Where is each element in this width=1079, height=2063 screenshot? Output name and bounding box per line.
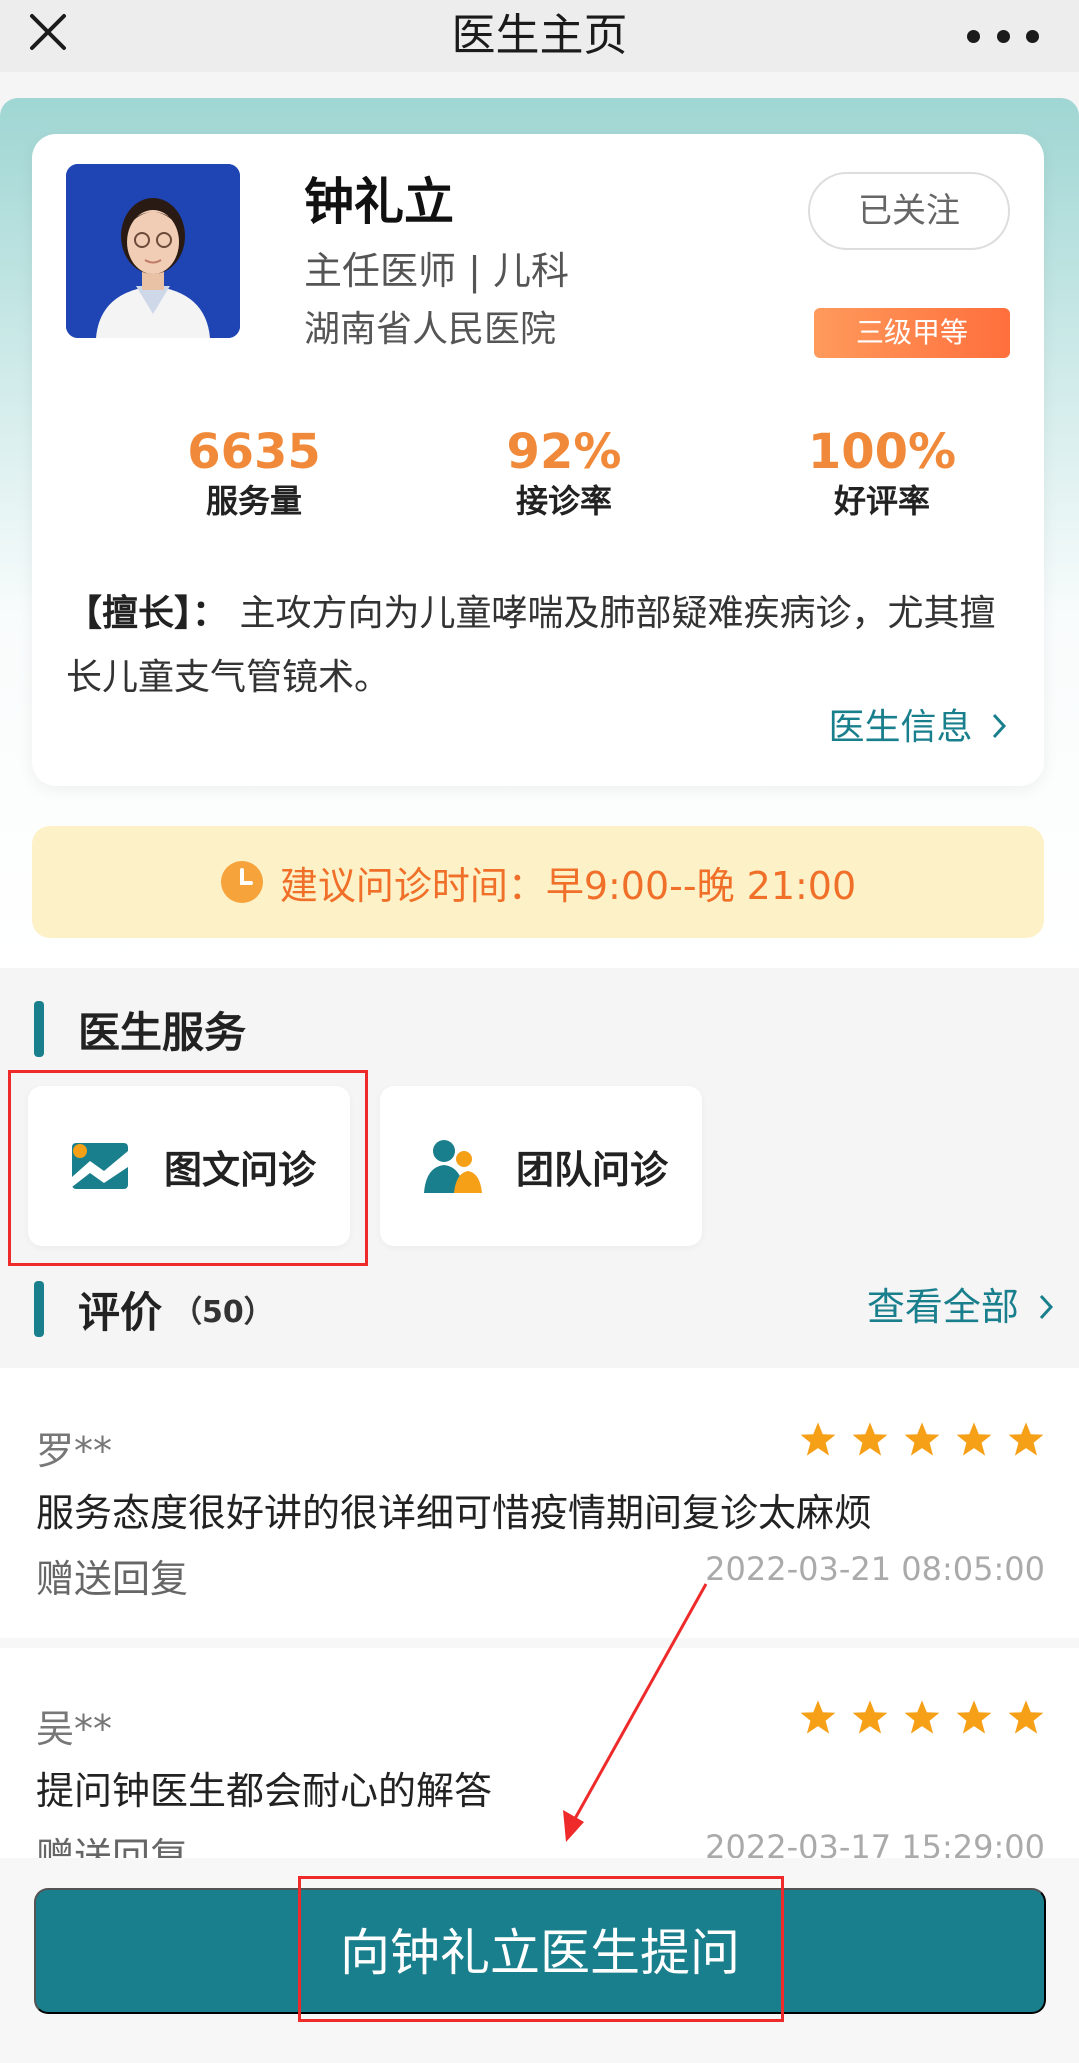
section-accent-bar (34, 1281, 44, 1337)
chevron-right-icon (1039, 1294, 1054, 1320)
follow-button[interactable]: 已关注 (808, 172, 1010, 250)
hospital-level-badge: 三级甲等 (814, 308, 1010, 358)
section-accent-bar (34, 1001, 44, 1057)
stat-service-volume: 6635 服务量 (134, 424, 374, 522)
services-title: 医生服务 (78, 1007, 247, 1057)
stat-label: 接诊率 (515, 482, 612, 520)
stat-value: 100% (807, 424, 957, 480)
highlight-box-ask-button (298, 1876, 784, 2022)
doctor-avatar (66, 164, 240, 338)
dot-icon (996, 29, 1010, 43)
stat-positive-rate: 100% 好评率 (762, 424, 1002, 522)
stat-acceptance-rate: 92% 接诊率 (444, 424, 684, 522)
review-user: 吴** (36, 1707, 113, 1751)
review-content: 提问钟医生都会耐心的解答 (36, 1769, 493, 1813)
review-gift-reply: 赠送回复 (36, 1835, 189, 1858)
more-options-button[interactable] (967, 14, 1039, 58)
view-all-reviews-link[interactable]: 查看全部 (867, 1282, 1057, 1332)
star-icon (1008, 1422, 1044, 1456)
dot-icon (1026, 29, 1039, 43)
doctor-specialty: 【擅长】： 主攻方向为儿童哮喘及肺部疑难疾病诊，尤其擅长儿童支气管镜术。 (66, 582, 1016, 710)
page-title: 医生主页 (451, 10, 628, 61)
star-icon (800, 1422, 836, 1456)
clock-icon (220, 861, 263, 903)
services-section-header: 医生服务 (34, 1000, 246, 1058)
review-user: 罗** (36, 1429, 113, 1473)
stat-value: 6635 (187, 424, 321, 480)
team-icon (424, 1140, 482, 1193)
reviews-title: 评价 (78, 1287, 163, 1337)
star-icon (800, 1700, 836, 1734)
top-bar: 医生主页 (0, 0, 1079, 72)
doctor-name: 钟礼立 (304, 173, 454, 231)
stat-value: 92% (506, 424, 622, 480)
reviews-list: 罗** 服务态度很好讲的很详细可惜疫情期间复诊太麻烦 赠送回复 2022-03-… (0, 1368, 1079, 1858)
star-icon (852, 1422, 888, 1456)
highlight-box-service (8, 1070, 368, 1266)
review-divider (0, 1638, 1079, 1648)
doctor-profile-card: 钟礼立 主任医师 | 儿科 湖南省人民医院 已关注 三级甲等 6635 服务量 … (32, 134, 1044, 786)
review-time: 2022-03-17 15:29:00 (705, 1828, 1045, 1858)
specialty-label: 【擅长】： (66, 593, 229, 634)
stat-label: 服务量 (205, 482, 302, 520)
review-gift-reply: 赠送回复 (36, 1557, 189, 1601)
star-icon (904, 1700, 940, 1734)
review-item: 吴** 提问钟医生都会耐心的解答 赠送回复 2022-03-17 15:29:0… (0, 1646, 1079, 1858)
review-item: 罗** 服务态度很好讲的很详细可惜疫情期间复诊太麻烦 赠送回复 2022-03-… (0, 1368, 1079, 1628)
view-all-label: 查看全部 (866, 1285, 1019, 1329)
consult-time-banner: 建议问诊时间：早9:00--晚 21:00 (32, 826, 1044, 938)
doctor-title-department: 主任医师 | 儿科 (304, 249, 569, 293)
reviews-section-header: 评价 （50） (34, 1280, 274, 1338)
stat-label: 好评率 (833, 482, 930, 520)
doctor-hospital: 湖南省人民医院 (304, 309, 557, 350)
star-icon (852, 1700, 888, 1734)
star-icon (904, 1422, 940, 1456)
star-icon (1008, 1700, 1044, 1734)
star-icon (956, 1700, 992, 1734)
review-time: 2022-03-21 08:05:00 (705, 1550, 1045, 1588)
reviews-count: （50） (172, 1295, 274, 1330)
review-rating (799, 1698, 1045, 1736)
review-content: 服务态度很好讲的很详细可惜疫情期间复诊太麻烦 (36, 1491, 873, 1535)
dot-icon (967, 29, 980, 43)
chevron-right-icon (992, 713, 1007, 739)
review-rating (799, 1420, 1045, 1458)
doctor-info-link[interactable]: 医生信息 (829, 706, 1010, 750)
consult-time-text: 建议问诊时间：早9:00--晚 21:00 (279, 863, 857, 908)
doctor-info-label: 医生信息 (828, 707, 973, 748)
service-team-consult[interactable]: 团队问诊 (380, 1086, 702, 1246)
service-label: 团队问诊 (516, 1147, 669, 1192)
doctor-stats: 6635 服务量 92% 接诊率 100% 好评率 (32, 424, 1044, 534)
star-icon (956, 1422, 992, 1456)
